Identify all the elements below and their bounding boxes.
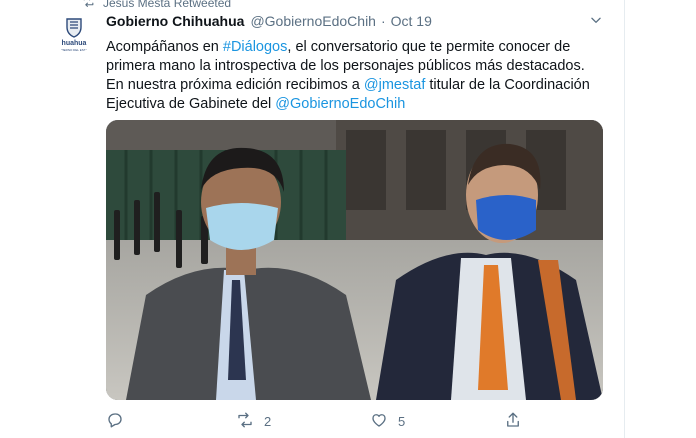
reply-button[interactable] xyxy=(106,410,134,432)
retweet-banner-text: Jesus Mesta Retweeted xyxy=(103,0,232,10)
mention-link-2[interactable]: @GobiernoEdoChih xyxy=(275,96,405,112)
retweet-icon xyxy=(82,0,95,11)
tweet-date[interactable]: Oct 19 xyxy=(391,13,432,29)
avatar[interactable]: huahua GOBIERNO DEL ESTADO xyxy=(54,14,94,54)
share-button[interactable] xyxy=(504,410,522,432)
retweet-icon xyxy=(236,411,254,432)
like-icon xyxy=(370,411,388,432)
hashtag-link[interactable]: #Diálogos xyxy=(223,39,288,55)
like-button[interactable]: 5 xyxy=(370,410,405,432)
reply-icon xyxy=(106,411,124,432)
mention-link[interactable]: @jmestaf xyxy=(364,77,425,93)
tweet-actions: 2 5 xyxy=(106,410,606,432)
share-icon xyxy=(504,411,522,432)
header-separator: · xyxy=(380,13,386,29)
retweet-button[interactable]: 2 xyxy=(236,410,271,432)
avatar-subtext: GOBIERNO DEL ESTADO xyxy=(56,48,92,52)
column-divider xyxy=(624,0,625,438)
display-name[interactable]: Gobierno Chihuahua xyxy=(106,13,244,29)
chevron-down-icon xyxy=(589,13,603,32)
tweet-header: Gobierno Chihuahua @GobiernoEdoChih · Oc… xyxy=(106,13,432,29)
like-count: 5 xyxy=(398,413,406,429)
user-handle[interactable]: @GobiernoEdoChih xyxy=(250,13,376,29)
tweet-text: Acompáñanos en #Diálogos, el conversator… xyxy=(106,38,606,114)
avatar-text: huahua xyxy=(62,40,87,47)
tweet-text-part-1: Acompáñanos en xyxy=(106,39,223,55)
more-options-button[interactable] xyxy=(586,12,606,32)
retweet-banner[interactable]: Jesus Mesta Retweeted xyxy=(82,0,231,10)
tweet-photo[interactable] xyxy=(106,120,603,400)
retweet-count: 2 xyxy=(264,413,272,429)
